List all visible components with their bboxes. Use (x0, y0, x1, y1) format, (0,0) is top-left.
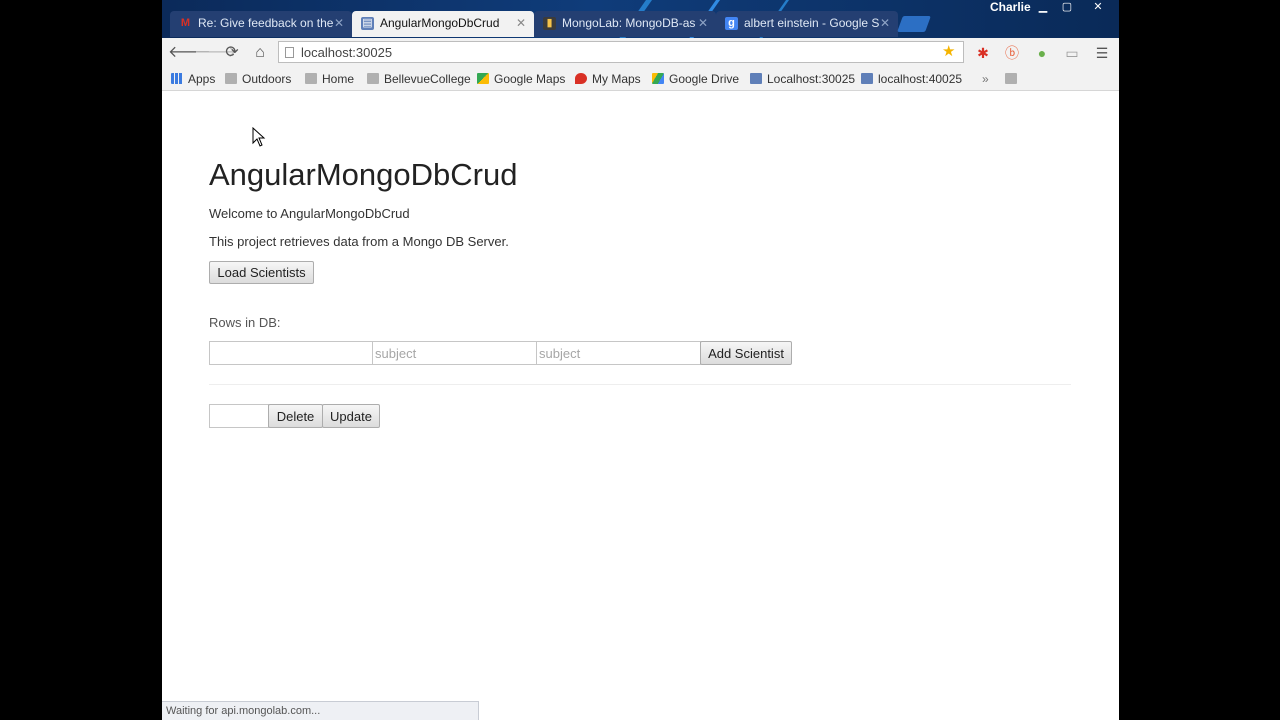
tab-gmail[interactable]: M Re: Give feedback on the ✕ (170, 11, 352, 37)
update-button[interactable]: Update (322, 404, 380, 428)
add-scientist-button[interactable]: Add Scientist (700, 341, 792, 365)
bookmarks-overflow-icon[interactable]: » (982, 71, 989, 87)
bookmark-google-maps[interactable]: Google Maps (477, 71, 565, 87)
bookmark-apps[interactable]: Apps (171, 71, 215, 87)
subject-input-2[interactable] (536, 341, 701, 365)
description-text: This project retrieves data from a Mongo… (209, 234, 509, 249)
address-text: localhost:30025 (301, 45, 393, 60)
bookmarks-bar: Apps Outdoors Home BellevueCollege Googl… (162, 68, 1119, 91)
maps-icon (477, 73, 489, 84)
tab-title: AngularMongoDbCrud (380, 16, 500, 30)
page-info-icon (285, 47, 294, 58)
bookmark-localhost-40025[interactable]: localhost:40025 (861, 71, 962, 87)
browser-window: M Re: Give feedback on the ✕ ▤ AngularMo… (162, 0, 1119, 720)
page-icon (750, 73, 762, 84)
close-icon[interactable]: ✕ (880, 16, 890, 30)
folder-icon (1005, 73, 1017, 84)
profile-name[interactable]: Charlie (986, 0, 1035, 14)
scientist-name-input[interactable] (209, 341, 373, 365)
close-icon[interactable]: ✕ (334, 16, 344, 30)
record-id-input[interactable] (209, 404, 269, 428)
folder-icon (305, 73, 317, 84)
subject-input-1[interactable] (372, 341, 537, 365)
home-icon[interactable]: ⌂ (249, 43, 271, 63)
load-scientists-button[interactable]: Load Scientists (209, 261, 314, 284)
bookmark-star-icon[interactable]: ★ (942, 42, 955, 60)
page-icon: ▤ (361, 17, 374, 30)
page-title: AngularMongoDbCrud (209, 157, 518, 192)
new-tab-button[interactable] (897, 16, 931, 32)
drive-icon (652, 73, 664, 84)
bookmark-google-drive[interactable]: Google Drive (652, 71, 739, 87)
bookmark-outdoors[interactable]: Outdoors (225, 71, 291, 87)
status-bubble: Waiting for api.mongolab.com... (162, 701, 479, 720)
close-icon[interactable]: ✕ (698, 16, 708, 30)
maximize-icon[interactable]: ▢ (1056, 0, 1078, 14)
address-bar[interactable]: localhost:30025 (278, 41, 964, 63)
title-bar: M Re: Give feedback on the ✕ ▤ AngularMo… (162, 0, 1119, 40)
map-pin-icon (575, 73, 587, 84)
welcome-text: Welcome to AngularMongoDbCrud (209, 206, 410, 221)
forward-arrow-icon[interactable]: 🡒 (194, 43, 237, 63)
browser-toolbar: 🡐 🡒 ⟳ ⌂ localhost:30025 ★ ✱ ⓑ ● ▭ ☰ (162, 38, 1119, 68)
back-arrow-icon[interactable]: 🡐 (168, 43, 211, 63)
folder-icon (225, 73, 237, 84)
folder-icon (367, 73, 379, 84)
delete-button[interactable]: Delete (268, 404, 323, 428)
google-icon: g (725, 17, 738, 30)
menu-icon[interactable]: ☰ (1093, 44, 1111, 62)
page-content: AngularMongoDbCrud Welcome to AngularMon… (162, 91, 1119, 720)
tab-title: Re: Give feedback on the (198, 16, 334, 30)
tab-mongolab[interactable]: ▮ MongoLab: MongoDB-as ✕ (534, 11, 716, 37)
minimize-icon[interactable]: ▁ (1032, 0, 1054, 14)
cast-icon[interactable]: ▭ (1063, 44, 1081, 62)
bookmark-my-maps[interactable]: My Maps (575, 71, 641, 87)
rows-in-db-label: Rows in DB: (209, 315, 281, 330)
close-window-icon[interactable]: ✕ (1087, 0, 1109, 14)
bookmark-bellevuecollege[interactable]: BellevueCollege (367, 71, 471, 87)
bookmark-home[interactable]: Home (305, 71, 354, 87)
other-bookmarks-folder[interactable] (1005, 71, 1022, 87)
tab-angularmongodbcrud[interactable]: ▤ AngularMongoDbCrud ✕ (352, 11, 534, 37)
gmail-icon: M (180, 17, 191, 29)
extension-icon[interactable]: ● (1033, 44, 1051, 62)
tab-title: albert einstein - Google S (744, 16, 880, 30)
tab-google-search[interactable]: g albert einstein - Google S ✕ (716, 11, 898, 37)
mouse-cursor-icon (252, 127, 266, 147)
tab-title: MongoLab: MongoDB-as (562, 16, 696, 30)
reload-icon[interactable]: ⟳ (221, 43, 243, 63)
bookmark-localhost-30025[interactable]: Localhost:30025 (750, 71, 855, 87)
mongolab-icon: ▮ (543, 17, 556, 30)
divider (209, 384, 1071, 385)
extension-icon[interactable]: ⓑ (1003, 44, 1021, 62)
page-icon (861, 73, 873, 84)
apps-grid-icon (171, 73, 183, 84)
close-icon[interactable]: ✕ (516, 16, 526, 30)
extension-icon[interactable]: ✱ (974, 44, 992, 62)
